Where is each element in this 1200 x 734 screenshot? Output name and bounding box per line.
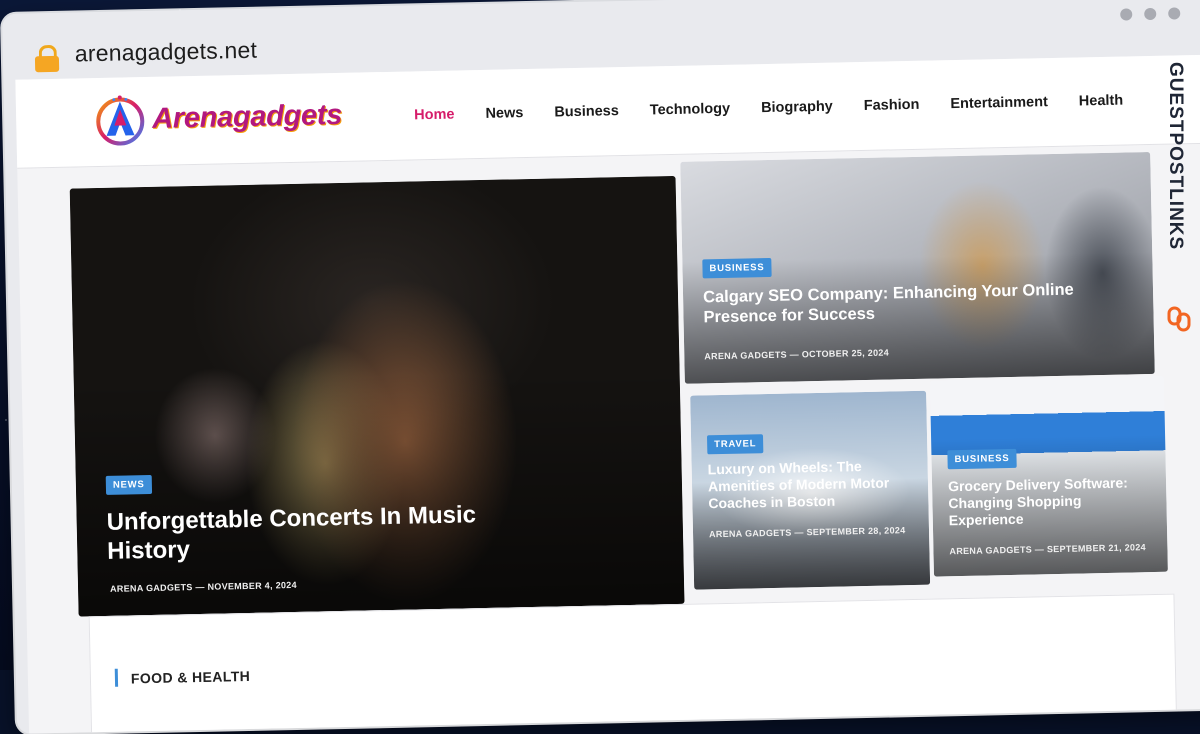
nav-item-technology[interactable]: Technology [650, 101, 731, 119]
post-title[interactable]: Luxury on Wheels: The Amenities of Moder… [708, 457, 919, 513]
watermark: GUESTPOSTLINKS [1156, 56, 1200, 356]
window-dot-icon[interactable] [1168, 7, 1181, 20]
nav-item-health[interactable]: Health [1079, 93, 1124, 110]
link-icon [1167, 306, 1191, 332]
post-date: OCTOBER 25, 2024 [801, 347, 890, 360]
post-author[interactable]: ARENA GADGETS [704, 350, 787, 362]
featured-post-travel[interactable]: TRAVEL Luxury on Wheels: The Amenities o… [690, 390, 931, 590]
post-author[interactable]: ARENA GADGETS [110, 582, 193, 594]
window-controls [1120, 7, 1181, 21]
nav-item-business[interactable]: Business [554, 103, 619, 120]
nav-item-entertainment[interactable]: Entertainment [950, 94, 1048, 112]
post-title[interactable]: Grocery Delivery Software: Changing Shop… [948, 474, 1155, 530]
featured-post-grocery[interactable]: BUSINESS Grocery Delivery Software: Chan… [929, 375, 1168, 577]
category-badge[interactable]: TRAVEL [706, 434, 764, 455]
site-logo[interactable]: Arenagadgets [92, 87, 343, 148]
category-badge[interactable]: NEWS [105, 474, 152, 495]
category-badge[interactable]: BUSINESS [702, 257, 772, 279]
meta-separator: — [195, 581, 208, 593]
post-author[interactable]: ARENA GADGETS [709, 528, 792, 540]
post-date: NOVEMBER 4, 2024 [207, 579, 297, 592]
meta-separator: — [789, 349, 802, 360]
nav-item-biography[interactable]: Biography [761, 99, 833, 116]
featured-post-seo[interactable]: BUSINESS Calgary SEO Company: Enhancing … [680, 151, 1155, 384]
meta-separator: — [1034, 544, 1048, 555]
nav-item-home[interactable]: Home [414, 107, 455, 124]
window-dot-icon[interactable] [1120, 8, 1133, 21]
section-food-health: FOOD & HEALTH [88, 593, 1178, 734]
lock-icon [34, 44, 60, 73]
meta-separator: — [794, 527, 807, 538]
main-navigation: Home News Business Technology Biography … [414, 93, 1123, 124]
browser-window: arenagadgets.net Arenagadgets Home News … [2, 0, 1200, 734]
section-accent-bar [114, 668, 119, 687]
post-title[interactable]: Unforgettable Concerts In Music History [106, 499, 527, 566]
post-title[interactable]: Calgary SEO Company: Enhancing Your Onli… [703, 279, 1104, 328]
nav-item-news[interactable]: News [485, 105, 523, 122]
post-author[interactable]: ARENA GADGETS [949, 545, 1032, 557]
section-title[interactable]: FOOD & HEALTH [131, 668, 251, 686]
featured-post-main[interactable]: NEWS Unforgettable Concerts In Music His… [69, 175, 685, 617]
logo-mark-icon [96, 95, 145, 146]
post-date: SEPTEMBER 28, 2024 [806, 525, 906, 538]
logo-text: Arenagadgets [151, 98, 343, 135]
watermark-text: GUESTPOSTLINKS [1165, 62, 1186, 251]
category-badge[interactable]: BUSINESS [947, 448, 1017, 470]
page-viewport: Arenagadgets Home News Business Technolo… [15, 54, 1200, 734]
nav-item-fashion[interactable]: Fashion [864, 97, 920, 114]
window-dot-icon[interactable] [1144, 7, 1157, 21]
address-bar[interactable]: arenagadgets.net [75, 37, 258, 68]
post-date: SEPTEMBER 21, 2024 [1046, 542, 1146, 555]
